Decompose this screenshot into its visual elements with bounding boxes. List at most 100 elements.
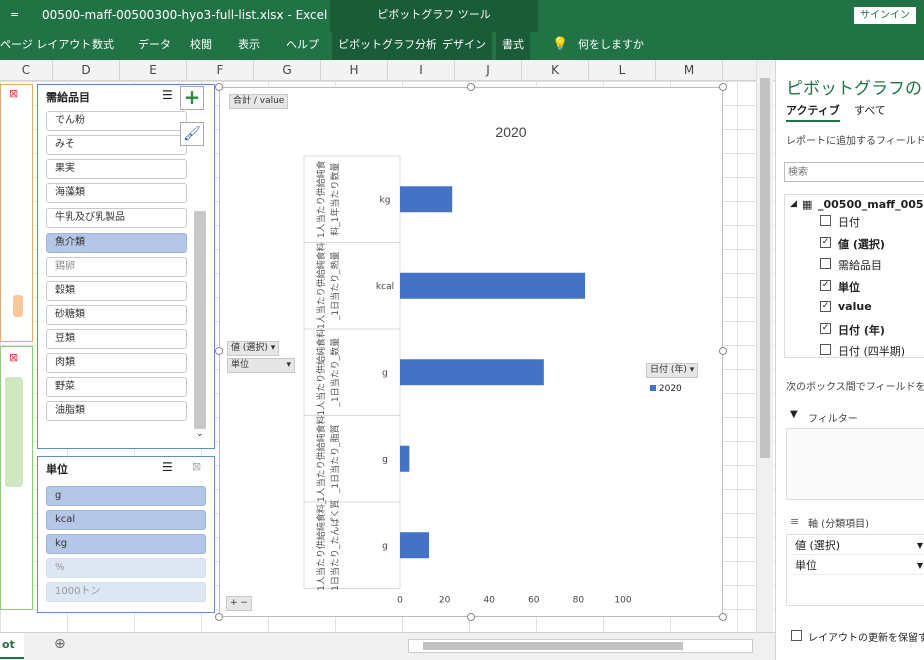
col-g[interactable]: G xyxy=(254,60,321,81)
tab-format[interactable]: 書式 xyxy=(496,32,530,60)
dropdown-icon[interactable]: ▼ xyxy=(917,537,923,555)
tab-data[interactable]: データ xyxy=(132,32,177,60)
slicer-title: 単位 xyxy=(46,463,68,476)
clear-filter-icon[interactable]: ⊠ xyxy=(9,351,18,364)
multi-select-icon[interactable]: ☰ xyxy=(162,88,173,102)
field-checkbox[interactable] xyxy=(820,344,831,355)
slicer-item-selected[interactable]: g xyxy=(46,486,206,506)
field-checkbox[interactable]: ✓ xyxy=(820,279,831,291)
left-slicer-bottom[interactable]: ⊠ xyxy=(0,346,33,610)
chevron-down-icon[interactable]: ⌄ xyxy=(196,429,204,439)
filter-drop-area[interactable] xyxy=(786,428,924,500)
resize-handle[interactable] xyxy=(467,83,475,91)
field-label[interactable]: 単位 xyxy=(838,279,860,295)
defer-update-checkbox[interactable] xyxy=(791,630,802,641)
field-label[interactable]: 値 (選択) xyxy=(838,236,885,252)
slicer-item-selected[interactable]: kg xyxy=(46,534,206,554)
horizontal-scrollbar[interactable] xyxy=(408,639,753,653)
collapse-triangle-icon[interactable]: ◢ xyxy=(790,199,797,209)
resize-handle[interactable] xyxy=(215,347,223,355)
tab-all-fields[interactable]: すべて xyxy=(854,102,886,118)
col-l[interactable]: L xyxy=(589,60,656,81)
tab-help[interactable]: ヘルプ xyxy=(280,32,325,60)
clear-filter-icon[interactable]: ⊠ xyxy=(9,87,18,100)
col-c[interactable]: C xyxy=(0,60,53,81)
slicer-item[interactable]: 鶏卵 xyxy=(46,257,187,277)
resize-handle[interactable] xyxy=(467,613,475,621)
field-checkbox[interactable]: ✓ xyxy=(820,301,831,312)
tab-formulas[interactable]: 数式 xyxy=(86,32,120,60)
tab-active-fields[interactable]: アクティブ xyxy=(786,102,840,122)
axis-item[interactable]: 値 (選択) ▼ xyxy=(791,537,924,555)
col-e[interactable]: E xyxy=(120,60,187,81)
field-checkbox[interactable]: ✓ xyxy=(820,322,831,334)
slicer-item[interactable]: でん粉 xyxy=(46,111,187,131)
slicer-item-nodata[interactable]: % xyxy=(46,558,206,578)
selected-item-partial[interactable] xyxy=(13,295,23,317)
selected-items-partial[interactable] xyxy=(5,377,23,487)
pivot-chart[interactable]: 合計 / value 値 (選択) ▾ 単位 ▾ 日付 (年) ▾ 2020 +… xyxy=(219,87,723,617)
resize-handle[interactable] xyxy=(215,613,223,621)
axis-icon: ≡ xyxy=(790,515,800,528)
field-search-input[interactable] xyxy=(784,162,924,182)
tab-view[interactable]: 表示 xyxy=(232,32,266,60)
field-label[interactable]: 日付 (年) xyxy=(838,322,885,338)
tab-design[interactable]: デザイン xyxy=(436,32,492,60)
vertical-scrollbar[interactable] xyxy=(756,60,773,632)
signin-button[interactable]: サインイン xyxy=(854,7,916,24)
field-label[interactable]: value xyxy=(838,300,872,313)
slicer-item[interactable]: 肉類 xyxy=(46,353,187,373)
slicer-item[interactable]: 油脂類 xyxy=(46,401,187,421)
slicer-item[interactable]: 穀類 xyxy=(46,281,187,301)
resize-handle[interactable] xyxy=(719,83,727,91)
col-d[interactable]: D xyxy=(53,60,120,81)
tab-page-layout[interactable]: ページ レイアウト xyxy=(0,32,97,60)
col-k[interactable]: K xyxy=(522,60,589,81)
resize-handle[interactable] xyxy=(719,613,727,621)
col-j[interactable]: J xyxy=(455,60,522,81)
scroll-thumb[interactable] xyxy=(760,78,770,458)
slicer-item[interactable]: 海藻類 xyxy=(46,183,187,203)
slicer-item-nodata[interactable]: 1000トン xyxy=(46,582,206,602)
axis-item[interactable]: 単位 ▼ xyxy=(791,557,924,575)
dropdown-icon[interactable]: ▼ xyxy=(917,557,923,575)
resize-handle[interactable] xyxy=(215,83,223,91)
slicer-item[interactable]: 牛乳及び乳製品 xyxy=(46,208,187,228)
scroll-thumb[interactable] xyxy=(423,642,683,650)
tell-me-box[interactable]: 何をしますか xyxy=(572,32,650,60)
field-label[interactable]: 日付 xyxy=(838,214,860,230)
add-icon[interactable]: + xyxy=(180,86,204,110)
slicer-scrollbar[interactable] xyxy=(194,211,206,429)
qat-icon[interactable]: = xyxy=(10,8,19,21)
slicer-item[interactable]: 野菜 xyxy=(46,377,187,397)
col-m[interactable]: M xyxy=(656,60,723,81)
add-sheet-icon[interactable]: ⊕ xyxy=(54,636,66,652)
tab-review[interactable]: 校閲 xyxy=(184,32,218,60)
col-i[interactable]: I xyxy=(388,60,455,81)
field-checkbox[interactable] xyxy=(820,258,831,269)
multi-select-icon[interactable]: ☰ xyxy=(162,460,173,474)
column-header: C D E F G H I J K L M xyxy=(0,60,775,81)
tab-pivotchart-analyze[interactable]: ピボットグラフ分析 xyxy=(332,32,443,60)
slicer-item[interactable]: 豆類 xyxy=(46,329,187,349)
col-f[interactable]: F xyxy=(187,60,254,81)
slicer-item[interactable]: 果実 xyxy=(46,159,187,179)
axis-drop-area[interactable]: 値 (選択) ▼ 単位 ▼ xyxy=(786,534,924,606)
slicer-unit[interactable]: 単位 ☰ ⊠ g kcal kg % 1000トン xyxy=(37,456,215,613)
slicer-item[interactable]: みそ xyxy=(46,135,187,155)
brush-icon[interactable]: 🖌 xyxy=(180,122,204,146)
sheet-tab[interactable]: ot xyxy=(0,633,24,659)
chart-plot: 2020 1人当たり供給純食 料_1年当たり数量 kg 1人当たり供給純食料 _1日当たり… xyxy=(303,124,632,606)
resize-handle[interactable] xyxy=(719,347,727,355)
field-checkbox[interactable] xyxy=(820,215,831,226)
field-label[interactable]: 日付 (四半期) xyxy=(838,343,905,359)
col-h[interactable]: H xyxy=(321,60,388,81)
left-slicer-top[interactable]: ⊠ xyxy=(0,84,33,342)
field-checkbox[interactable]: ✓ xyxy=(820,236,831,248)
slicer-item-selected[interactable]: 魚介類 xyxy=(46,233,187,253)
axis-area-label: 軸 (分類項目) xyxy=(808,519,869,530)
slicer-item-selected[interactable]: kcal xyxy=(46,510,206,530)
clear-filter-icon[interactable]: ⊠ xyxy=(192,460,201,473)
field-label[interactable]: 需給品目 xyxy=(838,257,882,273)
slicer-item[interactable]: 砂糖類 xyxy=(46,305,187,325)
